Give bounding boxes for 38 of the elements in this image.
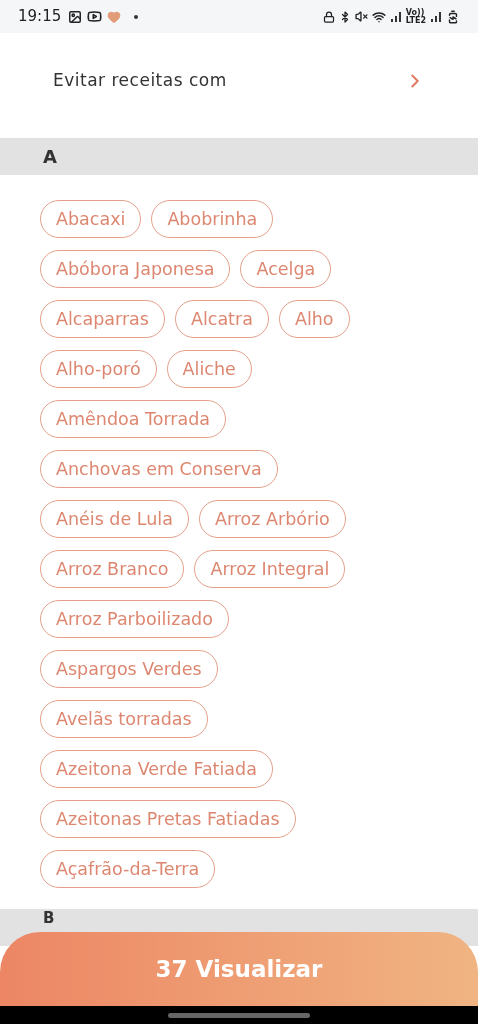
home-indicator[interactable] [168,1012,310,1018]
ingredient-chip[interactable]: Azeitona Verde Fatiada [40,750,273,788]
ingredient-chip[interactable]: Acelga [240,250,332,288]
network-label: Vo)) LTE2 [405,8,426,25]
header-row[interactable]: Evitar receitas com [0,33,478,128]
ingredient-chip[interactable]: Azeitonas Pretas Fatiadas [40,800,296,838]
play-icon [87,9,103,24]
heart-icon [107,9,122,24]
header-title: Evitar receitas com [53,68,227,92]
ingredient-chip[interactable]: Alcaparras [40,300,165,338]
signal-icon [389,10,402,23]
ingredient-chip[interactable]: Avelãs torradas [40,700,208,738]
ingredient-chip[interactable]: Alho-poró [40,350,157,388]
ingredient-chip[interactable]: Anéis de Lula [40,500,189,538]
wifi-icon [371,9,386,24]
ingredient-chip[interactable]: Abobrinha [151,200,274,238]
lock-icon [322,10,335,23]
ingredient-chip[interactable]: Arroz Arbório [198,500,346,538]
ingredient-chip[interactable]: Arroz Integral [194,550,346,588]
status-time: 19:15 [18,6,62,28]
image-icon [68,9,83,24]
ingredient-chip[interactable]: Abóbora Japonesa [40,250,231,288]
battery-icon [446,9,460,24]
signal-icon [430,10,442,23]
section-letter: A [43,145,57,169]
ingredient-chip[interactable]: Açafrão-da-Terra [40,850,216,888]
ingredient-chip[interactable]: Arroz Parboilizado [40,600,229,638]
ingredient-chip[interactable]: Amêndoa Torrada [40,400,227,438]
ingredient-chip[interactable]: Aspargos Verdes [40,650,218,688]
ingredient-chip[interactable]: Alho [278,300,350,338]
ingredient-chip[interactable]: Alcatra [174,300,269,338]
ingredient-chip[interactable]: Aliche [166,350,252,388]
view-button[interactable]: 37 Visualizar [0,932,478,1006]
ingredient-chip[interactable]: Anchovas em Conserva [40,450,278,488]
ingredient-chip[interactable]: Abacaxi [40,200,142,238]
mute-icon [354,10,368,23]
section-letter: B [43,911,55,926]
ingredient-chip[interactable]: Arroz Branco [40,550,185,588]
